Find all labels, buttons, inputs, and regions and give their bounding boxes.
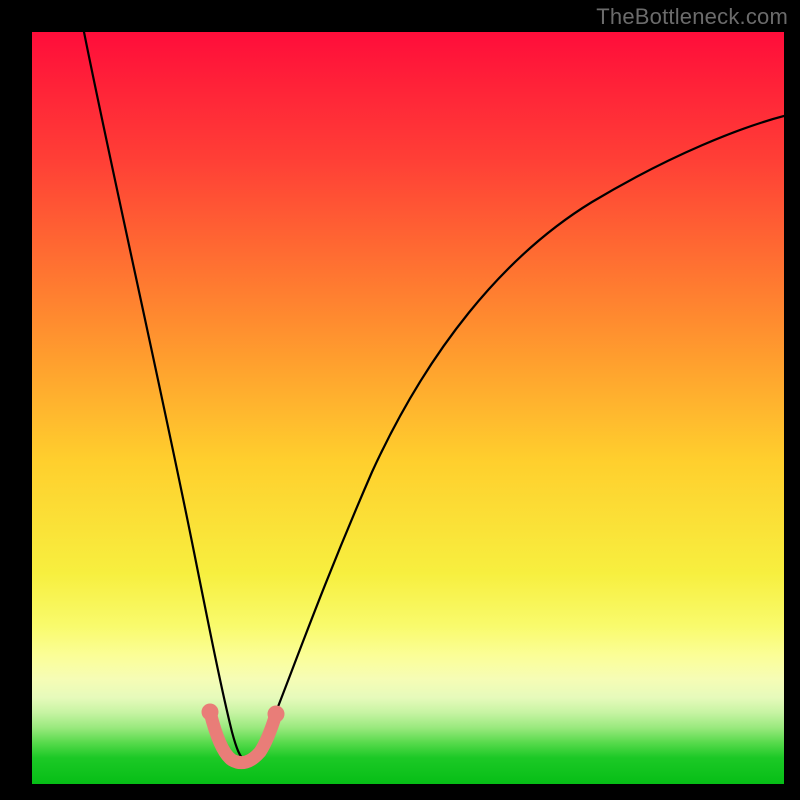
chart-frame: TheBottleneck.com — [0, 0, 800, 800]
highlight-dot-left — [202, 704, 219, 721]
highlight-dot-right — [268, 706, 285, 723]
highlight-segment — [210, 712, 276, 763]
plot-area — [32, 32, 784, 784]
bottleneck-curve — [32, 32, 784, 784]
curve-path — [84, 32, 784, 761]
watermark-text: TheBottleneck.com — [596, 4, 788, 30]
